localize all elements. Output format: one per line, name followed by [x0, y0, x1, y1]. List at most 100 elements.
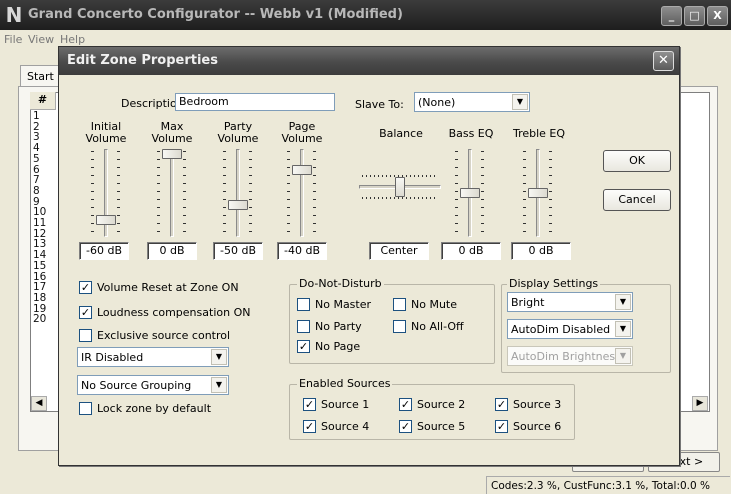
source-2-checkbox[interactable]: ✓	[399, 398, 412, 411]
no-mute-label: No Mute	[411, 298, 457, 311]
source-4-checkbox[interactable]: ✓	[303, 420, 316, 433]
app-logo-icon: N	[5, 3, 23, 27]
source-5-label: Source 5	[417, 420, 466, 433]
grid-row-number: 18	[33, 291, 47, 304]
brightness-select[interactable]: Bright ▼	[507, 292, 633, 312]
grid-row-number: 5	[33, 152, 40, 165]
grid-row-number: 10	[33, 206, 47, 219]
source-2-label: Source 2	[417, 398, 466, 411]
autodim-value: AutoDim Disabled	[511, 323, 611, 336]
exclusive-checkbox[interactable]	[79, 329, 92, 342]
volume-reset-checkbox[interactable]: ✓	[79, 281, 92, 294]
source-4-label: Source 4	[321, 420, 370, 433]
initial-volume-slider[interactable]	[91, 149, 123, 237]
party-volume-slider[interactable]	[223, 149, 255, 237]
scroll-right-button[interactable]: ▶	[692, 396, 708, 411]
display-settings-title: Display Settings	[507, 277, 601, 290]
status-bar: Codes:2.3 %, CustFunc:3.1 %, Total:0.0 %	[486, 476, 730, 494]
page-volume-thumb[interactable]	[292, 164, 312, 175]
grid-row-number: 19	[33, 302, 47, 315]
no-alloff-checkbox[interactable]	[393, 320, 406, 333]
source-1-label: Source 1	[321, 398, 370, 411]
grid-row-number: 20	[33, 313, 47, 326]
source-3-checkbox[interactable]: ✓	[495, 398, 508, 411]
balance-value: Center	[369, 242, 429, 260]
autodim-brightness-select: AutoDim Brightness 0 ▼	[507, 346, 633, 366]
bass-eq-label: Bass EQ	[448, 127, 494, 140]
bass-eq-slider[interactable]	[455, 149, 487, 237]
grid-row-number: 14	[33, 249, 47, 262]
grid-row-number: 2	[33, 120, 40, 133]
app-title: Grand Concerto Configurator -- Webb v1 (…	[28, 7, 403, 22]
dialog-title-bar[interactable]: Edit Zone Properties ✕	[59, 47, 679, 75]
menu-help[interactable]: Help	[60, 33, 85, 46]
source-5-checkbox[interactable]: ✓	[399, 420, 412, 433]
balance-label: Balance	[379, 127, 423, 140]
max-volume-slider[interactable]	[157, 149, 189, 237]
initial-volume-thumb[interactable]	[96, 215, 116, 226]
grid-row-number: 12	[33, 227, 47, 240]
no-master-label: No Master	[315, 298, 372, 311]
scroll-left-button[interactable]: ◀	[31, 396, 47, 411]
grid-row-number: 13	[33, 238, 47, 251]
page-volume-slider[interactable]	[287, 149, 319, 237]
treble-eq-label: Treble EQ	[512, 127, 566, 140]
loudness-label: Loudness compensation ON	[97, 306, 251, 319]
minimize-button[interactable]: _	[661, 6, 682, 26]
initial-volume-value: -60 dB	[79, 242, 129, 260]
source-grouping-select[interactable]: No Source Grouping ▼	[77, 375, 229, 395]
chevron-down-icon: ▼	[512, 94, 528, 110]
party-volume-value: -50 dB	[213, 242, 263, 260]
source-1-checkbox[interactable]: ✓	[303, 398, 316, 411]
description-field[interactable]: Bedroom	[175, 93, 335, 111]
autodim-select[interactable]: AutoDim Disabled ▼	[507, 319, 633, 339]
chevron-down-icon: ▼	[615, 348, 631, 364]
treble-eq-thumb[interactable]	[528, 188, 548, 198]
no-master-checkbox[interactable]	[297, 298, 310, 311]
grid-row-number: 11	[33, 217, 47, 229]
enabled-sources-title: Enabled Sources	[297, 377, 393, 390]
dialog-close-button[interactable]: ✕	[653, 51, 674, 71]
party-volume-thumb[interactable]	[228, 199, 248, 210]
ok-button[interactable]: OK	[603, 150, 671, 172]
grid-row-number: 16	[33, 270, 47, 283]
lock-zone-label: Lock zone by default	[97, 402, 212, 415]
no-page-checkbox[interactable]: ✓	[297, 340, 310, 353]
dnd-group-title: Do-Not-Disturb	[297, 277, 384, 290]
maximize-button[interactable]: □	[684, 6, 705, 26]
initial-volume-label: Initial Volume	[85, 120, 127, 145]
grid-row-number: 9	[33, 195, 40, 208]
max-volume-thumb[interactable]	[162, 149, 182, 159]
loudness-checkbox[interactable]: ✓	[79, 306, 92, 319]
treble-eq-slider[interactable]	[523, 149, 555, 237]
tab-start[interactable]: Start	[20, 65, 60, 87]
slave-to-select[interactable]: (None) ▼	[414, 92, 530, 112]
bass-eq-value: 0 dB	[441, 242, 501, 260]
grid-row-number: 4	[33, 142, 40, 155]
no-page-label: No Page	[315, 340, 361, 353]
cancel-button[interactable]: Cancel	[603, 189, 671, 211]
no-alloff-label: No All-Off	[411, 320, 464, 333]
balance-thumb[interactable]	[395, 177, 405, 197]
volume-reset-label: Volume Reset at Zone ON	[97, 281, 239, 294]
menu-view[interactable]: View	[28, 33, 54, 46]
lock-zone-checkbox[interactable]	[79, 402, 92, 415]
close-button[interactable]: X	[707, 6, 728, 26]
bass-eq-thumb[interactable]	[460, 188, 480, 198]
edit-zone-dialog: Edit Zone Properties ✕ Description: Bedr…	[58, 46, 680, 466]
ir-select[interactable]: IR Disabled ▼	[77, 347, 229, 367]
no-party-checkbox[interactable]	[297, 320, 310, 333]
source-6-checkbox[interactable]: ✓	[495, 420, 508, 433]
dialog-title: Edit Zone Properties	[67, 53, 218, 68]
grid-row-number: 7	[33, 174, 40, 187]
chevron-down-icon: ▼	[211, 377, 227, 393]
no-mute-checkbox[interactable]	[393, 298, 406, 311]
ir-value: IR Disabled	[81, 351, 144, 364]
chevron-down-icon: ▼	[615, 321, 631, 337]
chevron-down-icon: ▼	[211, 349, 227, 365]
chevron-down-icon: ▼	[615, 294, 631, 310]
menu-file[interactable]: File	[4, 33, 22, 46]
app-title-bar[interactable]: N Grand Concerto Configurator -- Webb v1…	[0, 0, 731, 30]
page-volume-value: -40 dB	[277, 242, 327, 260]
balance-slider[interactable]	[359, 171, 441, 203]
